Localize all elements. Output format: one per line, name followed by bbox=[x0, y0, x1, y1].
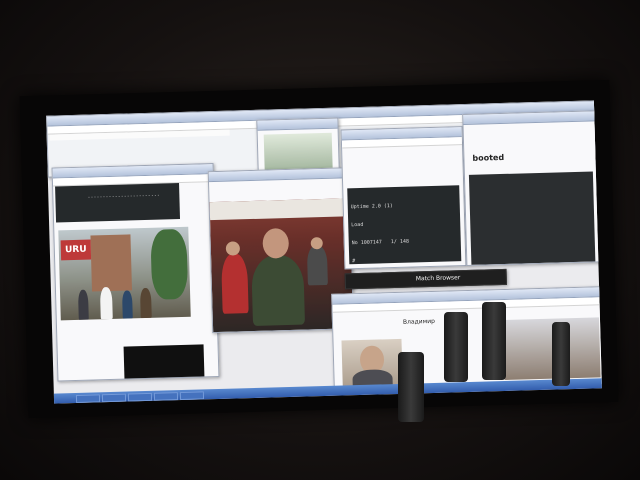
terminal-right-title: booted bbox=[472, 152, 505, 163]
speaker-small bbox=[552, 322, 570, 386]
taskbar-item[interactable] bbox=[153, 392, 179, 401]
terminal-line: Uptime 2.0 (1) bbox=[350, 203, 393, 211]
taskbar-item[interactable] bbox=[127, 392, 153, 402]
stream-terminal: ........................ bbox=[55, 183, 181, 223]
terminal-right-body bbox=[468, 171, 596, 265]
taskbar-item[interactable] bbox=[101, 393, 127, 403]
conference-white-wall bbox=[209, 198, 351, 221]
stream-terminal-text: ........................ bbox=[57, 186, 160, 207]
stream-tree bbox=[150, 228, 189, 300]
stream-building bbox=[90, 234, 132, 292]
webcam-name: Владимир bbox=[402, 317, 436, 326]
top-mid-thumbnail bbox=[263, 132, 333, 171]
match-browser-window[interactable]: Match Browser bbox=[344, 268, 507, 290]
photo-scene: ........................ URU Uptime 2.0 … bbox=[0, 0, 640, 480]
monitor-screen: ........................ URU Uptime 2.0 … bbox=[46, 100, 602, 404]
terminal-center-body: Uptime 2.0 (1) Load No 1007147 1/ 148 # bbox=[347, 185, 462, 265]
crowd-figure bbox=[77, 289, 89, 320]
crowd-figure bbox=[139, 287, 152, 319]
webcam-photo bbox=[341, 338, 403, 389]
attendee-red bbox=[221, 253, 249, 314]
terminal-right-text bbox=[472, 178, 504, 239]
terminal-line: Load bbox=[351, 221, 364, 229]
terminal-center-text: Uptime 2.0 (1) Load No 1007147 1/ 148 # bbox=[350, 191, 410, 270]
stream-photo: URU bbox=[58, 226, 191, 321]
terminal-right-titlebar[interactable] bbox=[463, 111, 596, 126]
conference-titlebar[interactable] bbox=[208, 168, 349, 183]
top-mid-titlebar[interactable] bbox=[257, 118, 338, 131]
stream-terminal-line: ........................ bbox=[87, 191, 160, 200]
attendee-main bbox=[251, 254, 306, 327]
taskbar-item[interactable] bbox=[179, 391, 205, 401]
stream-black-box bbox=[123, 344, 205, 382]
stream-window[interactable]: ........................ URU bbox=[51, 163, 220, 382]
attendee-back bbox=[306, 244, 328, 286]
stream-sign: URU bbox=[60, 239, 92, 261]
speaker-right bbox=[482, 302, 506, 380]
match-browser-title: Match Browser bbox=[415, 274, 461, 283]
taskbar-item[interactable] bbox=[75, 394, 101, 403]
crowd-figure bbox=[122, 290, 133, 319]
speaker-front bbox=[398, 352, 424, 422]
speaker-left bbox=[444, 312, 468, 382]
attendee-main-head bbox=[262, 227, 290, 259]
terminal-line: No 1007147 1/ 148 bbox=[351, 238, 410, 247]
crowd-figure bbox=[99, 286, 113, 320]
terminal-right-window[interactable]: booted bbox=[462, 110, 601, 267]
terminal-center-window[interactable]: Uptime 2.0 (1) Load No 1007147 1/ 148 # bbox=[340, 126, 467, 270]
terminal-line: # bbox=[352, 258, 356, 265]
